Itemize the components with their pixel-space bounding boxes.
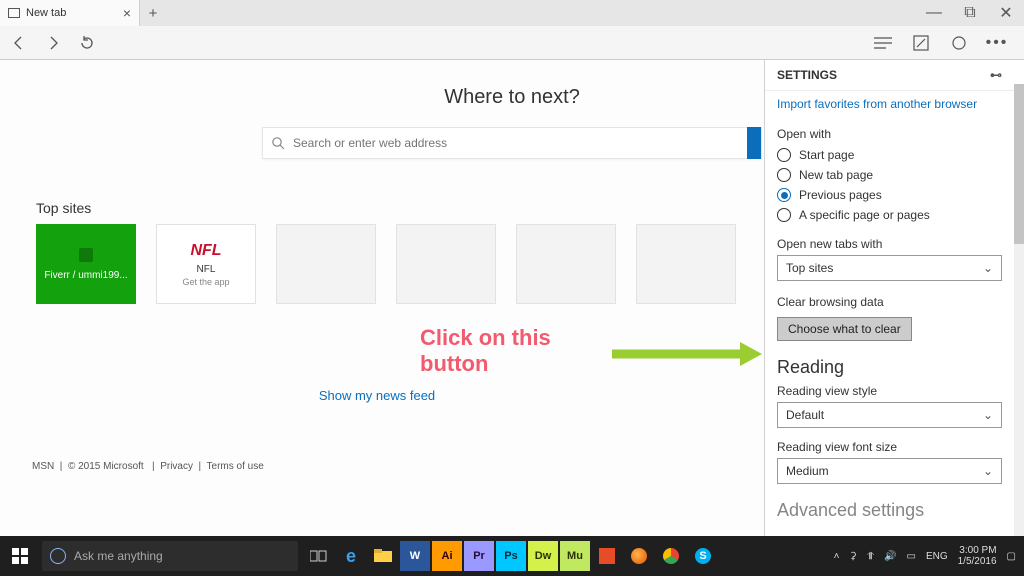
new-tab-button[interactable]: + [140, 0, 166, 26]
browser-toolbar: ••• [0, 26, 1024, 60]
task-icon[interactable]: Pr [464, 541, 494, 571]
network-icon[interactable]: ⚳ [849, 551, 856, 562]
search-go-button[interactable] [747, 127, 761, 159]
open-tabs-label: Open new tabs with [777, 237, 1002, 251]
footer-privacy-link[interactable]: Privacy [160, 461, 193, 472]
task-icon[interactable]: Ai [432, 541, 462, 571]
advanced-settings-header: Advanced settings [777, 500, 1002, 521]
pin-icon[interactable]: ⊷ [990, 68, 1002, 82]
tile-empty[interactable] [396, 224, 496, 304]
settings-panel: SETTINGS ⊷ Import favorites from another… [764, 60, 1024, 536]
tile-empty[interactable] [636, 224, 736, 304]
refresh-button[interactable] [78, 34, 96, 52]
reading-style-select[interactable]: Default⌄ [777, 402, 1002, 428]
footer-msn: MSN [32, 461, 54, 472]
close-tab-icon[interactable]: × [123, 6, 131, 20]
show-news-feed-link[interactable]: Show my news feed [0, 388, 754, 403]
start-button[interactable] [0, 536, 40, 576]
back-button[interactable] [10, 34, 28, 52]
cortana-placeholder: Ask me anything [74, 549, 163, 563]
more-icon[interactable]: ••• [988, 34, 1006, 52]
radio-previous-pages[interactable]: Previous pages [777, 185, 1002, 205]
minimize-button[interactable]: — [916, 0, 952, 26]
scrollbar-thumb[interactable] [1014, 84, 1024, 244]
reading-style-label: Reading view style [777, 384, 1002, 398]
chevron-down-icon: ⌄ [983, 464, 993, 478]
footer-terms-link[interactable]: Terms of use [207, 461, 264, 472]
task-icon[interactable]: Mu [560, 541, 590, 571]
reading-font-select[interactable]: Medium⌄ [777, 458, 1002, 484]
task-icon[interactable] [592, 541, 622, 571]
task-icon[interactable]: W [400, 541, 430, 571]
hub-icon[interactable] [874, 34, 892, 52]
radio-specific-page[interactable]: A specific page or pages [777, 205, 1002, 225]
settings-header: SETTINGS ⊷ [765, 60, 1014, 91]
action-center-icon[interactable]: ▢ [1007, 551, 1016, 562]
tab-title: New tab [26, 7, 66, 19]
volume-icon[interactable]: 🔊 [884, 551, 896, 562]
system-tray: ˄ ⚳ ⥣ 🔊 ▭ ENG 3:00 PM 1/5/2016 ▢ [834, 545, 1024, 567]
tile-label: NFL [197, 264, 216, 275]
skype-icon[interactable]: S [688, 541, 718, 571]
tab-strip: New tab × + — ⧉ ✕ [0, 0, 1024, 26]
reading-font-label: Reading view font size [777, 440, 1002, 454]
task-icon[interactable]: Ps [496, 541, 526, 571]
task-icon[interactable]: Dw [528, 541, 558, 571]
annotation-text: Click on this button [420, 325, 551, 378]
settings-scrollbar[interactable] [1014, 84, 1024, 536]
wifi-icon[interactable]: ⥣ [867, 551, 874, 562]
import-favorites-link[interactable]: Import favorites from another browser [777, 95, 1002, 121]
radio-new-tab-page[interactable]: New tab page [777, 165, 1002, 185]
language-indicator[interactable]: ENG [926, 551, 948, 562]
search-input[interactable] [293, 136, 747, 150]
firefox-icon[interactable] [624, 541, 654, 571]
cortana-search[interactable]: Ask me anything [42, 541, 298, 571]
browser-tab[interactable]: New tab × [0, 0, 140, 26]
taskbar-clock[interactable]: 3:00 PM 1/5/2016 [958, 545, 997, 567]
clear-data-label: Clear browsing data [777, 295, 1002, 309]
chevron-down-icon: ⌄ [983, 261, 993, 275]
fiverr-icon [79, 248, 93, 262]
tray-chevron-icon[interactable]: ˄ [834, 551, 840, 562]
footer-copyright: © 2015 Microsoft [68, 461, 144, 472]
tile-sublabel: Get the app [182, 277, 229, 287]
search-box[interactable] [262, 127, 762, 159]
battery-icon[interactable]: ▭ [906, 551, 915, 562]
search-icon [263, 136, 293, 150]
task-view-icon[interactable] [304, 541, 334, 571]
reading-header: Reading [777, 357, 1002, 378]
share-icon[interactable] [950, 34, 968, 52]
annotation-arrow-icon [612, 342, 762, 366]
chrome-icon[interactable] [656, 541, 686, 571]
forward-button[interactable] [44, 34, 62, 52]
chevron-down-icon: ⌄ [983, 408, 993, 422]
maximize-button[interactable]: ⧉ [952, 0, 988, 26]
edge-icon[interactable]: e [336, 541, 366, 571]
top-sites-label: Top sites [36, 200, 91, 216]
close-window-button[interactable]: ✕ [988, 0, 1024, 26]
webnote-icon[interactable] [912, 34, 930, 52]
cortana-icon [50, 548, 66, 564]
tile-label: Fiverr / ummi199... [44, 270, 127, 281]
open-tabs-select[interactable]: Top sites⌄ [777, 255, 1002, 281]
top-sites-tiles: Fiverr / ummi199... NFL NFL Get the app [36, 224, 736, 304]
file-explorer-icon[interactable] [368, 541, 398, 571]
tile-empty[interactable] [276, 224, 376, 304]
windows-taskbar: Ask me anything e W Ai Pr Ps Dw Mu S ˄ ⚳… [0, 536, 1024, 576]
open-with-label: Open with [777, 127, 1002, 141]
tile-nfl[interactable]: NFL NFL Get the app [156, 224, 256, 304]
tile-empty[interactable] [516, 224, 616, 304]
radio-start-page[interactable]: Start page [777, 145, 1002, 165]
page-footer: MSN | © 2015 Microsoft | Privacy | Terms… [32, 461, 264, 472]
choose-what-to-clear-button[interactable]: Choose what to clear [777, 317, 912, 341]
nfl-logo: NFL [190, 242, 221, 260]
tile-fiverr[interactable]: Fiverr / ummi199... [36, 224, 136, 304]
page-icon [8, 8, 20, 18]
